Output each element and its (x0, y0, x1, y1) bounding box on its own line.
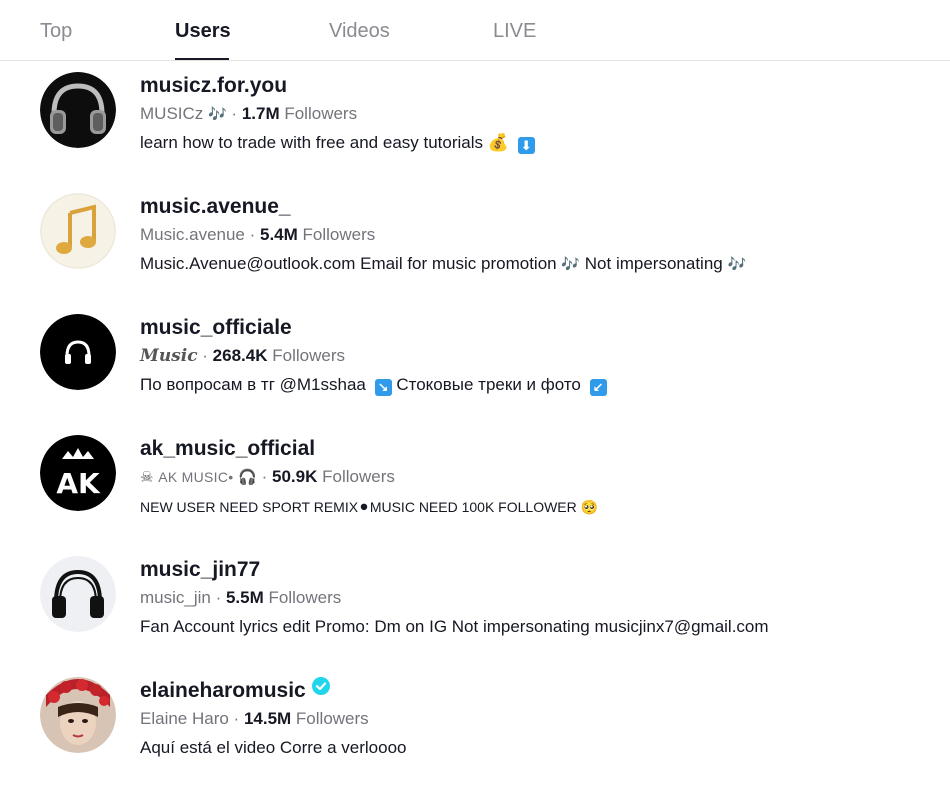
verified-badge-icon (311, 677, 330, 701)
avatar-music-jin77[interactable] (40, 556, 116, 632)
follower-count: 50.9K (272, 467, 318, 486)
bio-text: learn how to trade with free and easy tu… (140, 133, 484, 152)
avatar-ak-music-official[interactable]: AK (40, 435, 116, 511)
followers-label: Followers (302, 225, 376, 244)
pleading-face-icon: 🥺 (580, 499, 599, 515)
profile-photo-avatar-image (40, 677, 116, 753)
user-meta: ☠ AK MUSIC• 🎧 · 50.9K Followers (140, 467, 395, 486)
user-bio: learn how to trade with free and easy tu… (140, 133, 535, 154)
nickname: Music.avenue (140, 225, 245, 244)
nickname: MUSICz (140, 104, 204, 123)
username[interactable]: ak_music_official (140, 437, 315, 461)
username[interactable]: elaineharomusic (140, 677, 330, 703)
user-row-music-avenue[interactable]: music.avenue_ Music.avenue · 5.4M Follow… (0, 193, 950, 314)
down-arrow-icon: ⬇ (517, 137, 535, 154)
user-meta: music_jin · 5.5M Followers (140, 588, 342, 607)
followers-label: Followers (268, 588, 342, 607)
tab-top[interactable]: Top (40, 20, 72, 43)
followers-label: Followers (295, 709, 369, 728)
headphones-avatar-image (40, 72, 116, 148)
followers-label: Followers (322, 467, 395, 486)
user-row-elaineharomusic[interactable]: elaineharomusic Elaine Haro · 14.5M Foll… (0, 677, 950, 798)
username-text[interactable]: elaineharomusic (140, 679, 306, 702)
user-meta: MUSICz 🎶 · 1.7M Followers (140, 104, 358, 123)
headphones-icon: 🎧 (238, 469, 257, 486)
skull-crossbones-icon: ☠ (140, 469, 154, 486)
nickname: AK MUSIC• (158, 469, 234, 485)
nickname: music_jin (140, 588, 211, 607)
headphones-avatar-image (40, 556, 116, 632)
user-bio: Music.Avenue@outlook.com Email for music… (140, 254, 746, 274)
username[interactable]: musicz.for.you (140, 74, 287, 98)
follower-count: 5.5M (225, 588, 264, 607)
user-bio: По вопросам в тг @M1sshaa ↘ Стоковые тре… (140, 375, 607, 396)
black-circle-icon: ⚫ (358, 499, 370, 515)
avatar-elaineharomusic[interactable] (40, 677, 116, 753)
music-notes-icon: 🎶 (208, 106, 227, 123)
bio-text: NEW USER NEED SPORT REMIX (140, 499, 359, 515)
nickname: Music (140, 346, 198, 366)
bio-text-tail: Not impersonating (584, 254, 723, 273)
music-notes-icon: 🎶 (727, 256, 747, 273)
username[interactable]: music_officiale (140, 316, 292, 340)
bio-text: Music.Avenue@outlook.com Email for music… (140, 254, 557, 273)
bio-text-2: MUSIC NEED 100K FOLLOWER (369, 499, 577, 515)
follower-count: 1.7M (241, 104, 280, 123)
user-meta: Elaine Haro · 14.5M Followers (140, 709, 369, 728)
user-bio: Aquí está el video Corre a verloooo (140, 738, 407, 757)
music-note-avatar-image (40, 193, 116, 269)
tab-users[interactable]: Users (175, 20, 231, 43)
follower-count: 14.5M (243, 709, 292, 728)
headphones-avatar-image (40, 314, 116, 390)
bio-text-2: Стоковые треки и фото (396, 375, 581, 394)
followers-label: Followers (284, 104, 358, 123)
user-row-music-jin77[interactable]: music_jin77 music_jin · 5.5M Followers F… (0, 556, 950, 677)
user-bio: NEW USER NEED SPORT REMIX⚫MUSIC NEED 100… (140, 499, 598, 516)
user-row-ak-music-official[interactable]: AK ak_music_official ☠ AK MUSIC• 🎧 · 50.… (0, 435, 950, 556)
avatar-music-avenue[interactable] (40, 193, 116, 269)
tab-videos[interactable]: Videos (329, 20, 390, 43)
music-notes-icon: 🎶 (561, 256, 581, 273)
user-meta: Music · 268.4K Followers (140, 346, 345, 366)
avatar-musicz-for-you[interactable] (40, 72, 116, 148)
search-tabs: Top Users Videos LIVE (0, 0, 950, 61)
user-row-musicz-for-you[interactable]: musicz.for.you MUSICz 🎶 · 1.7M Followers… (0, 72, 950, 193)
arrow-down-left-icon: ↙ (589, 379, 607, 396)
user-row-music-officiale[interactable]: music_officiale Music · 268.4K Followers… (0, 314, 950, 435)
username[interactable]: music.avenue_ (140, 195, 291, 219)
follower-count: 268.4K (212, 346, 268, 365)
tab-live[interactable]: LIVE (493, 20, 536, 43)
money-bag-icon: 💰 (487, 133, 509, 152)
avatar-music-officiale[interactable] (40, 314, 116, 390)
username[interactable]: music_jin77 (140, 558, 260, 582)
follower-count: 5.4M (260, 225, 298, 244)
ak-logo-avatar-image: AK (40, 435, 116, 511)
bio-text: По вопросам в тг @M1sshaa (140, 375, 366, 394)
user-meta: Music.avenue · 5.4M Followers (140, 225, 376, 244)
user-bio: Fan Account lyrics edit Promo: Dm on IG … (140, 617, 769, 636)
nickname: Elaine Haro (140, 709, 229, 728)
avatar-logo-text: AK (56, 467, 101, 500)
arrow-down-right-icon: ↘ (374, 379, 392, 396)
active-tab-indicator (175, 58, 229, 60)
followers-label: Followers (272, 346, 345, 365)
